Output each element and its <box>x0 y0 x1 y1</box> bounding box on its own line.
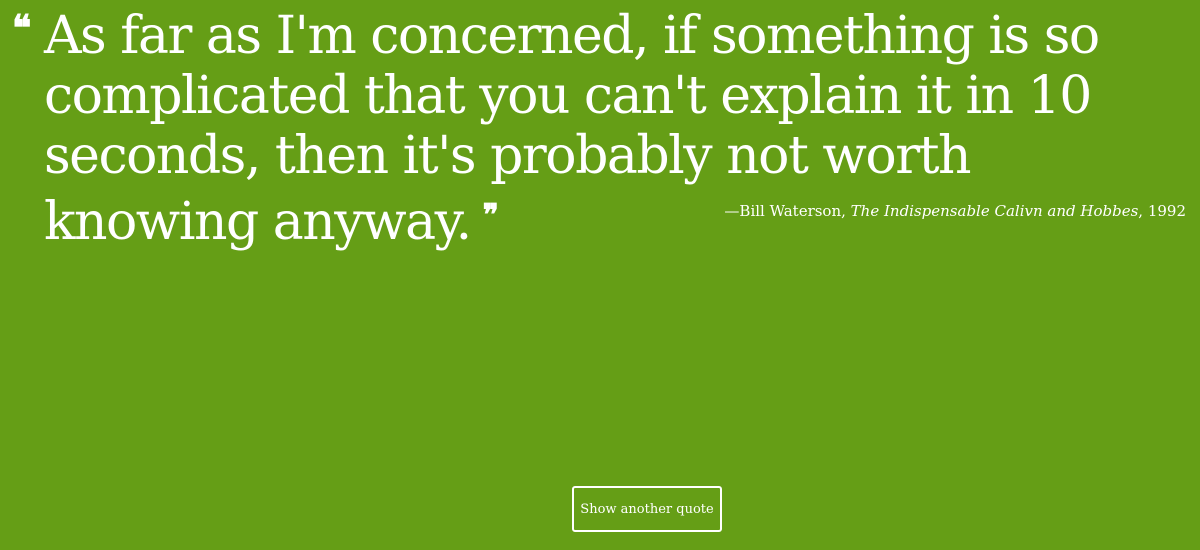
attribution-work: The Indispensable Calivn and Hobbes <box>850 202 1139 220</box>
open-quote-icon: ❝ <box>12 7 31 49</box>
attribution-year: , 1992 <box>1138 202 1186 220</box>
quote-attribution: —Bill Waterson, The Indispensable Calivn… <box>724 202 1186 220</box>
attribution-author: —Bill Waterson, <box>724 202 851 220</box>
show-another-quote-button[interactable]: Show another quote <box>572 486 722 532</box>
close-quote-icon: ❞ <box>482 198 499 233</box>
